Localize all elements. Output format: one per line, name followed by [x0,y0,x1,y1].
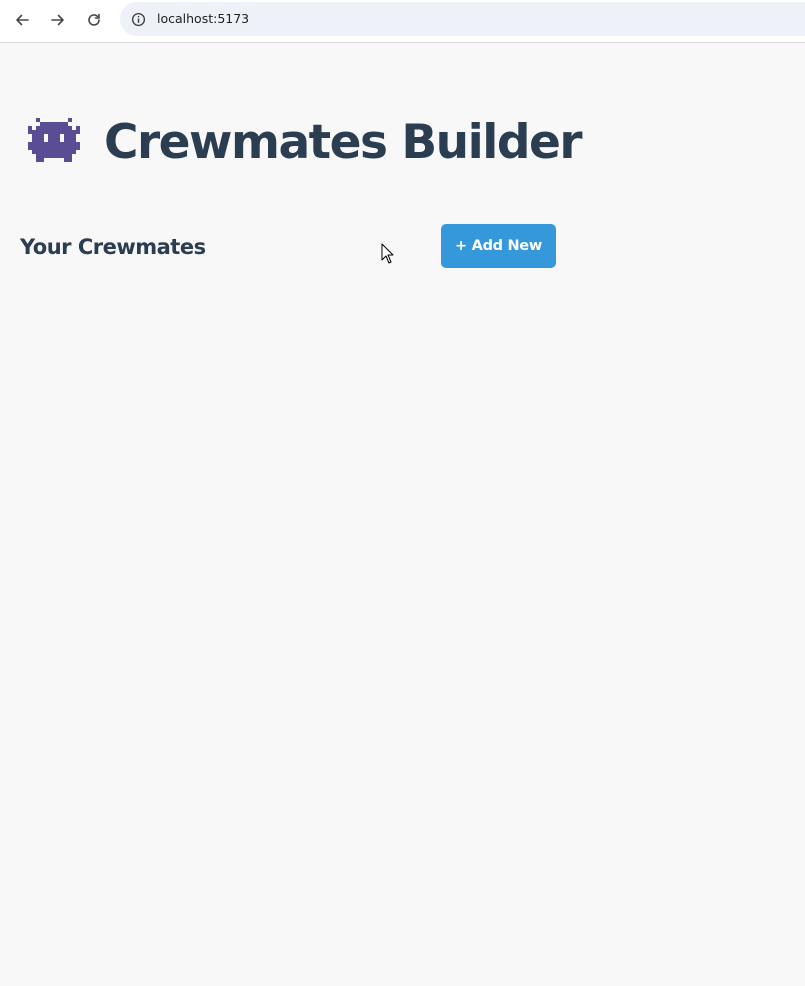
info-icon [131,12,145,26]
arrow-left-icon [16,14,29,26]
page-title: Crewmates Builder [104,114,583,170]
app-header: Crewmates Builder [28,114,583,170]
back-button[interactable] [8,6,36,34]
add-new-button[interactable]: + Add New [441,224,556,268]
section-heading: Your Crewmates [20,235,206,259]
reload-icon [88,13,100,26]
alien-monster-icon [28,118,80,162]
address-bar[interactable]: localhost:5173 [120,2,805,36]
page-content: Crewmates Builder Your Crewmates + Add N… [0,43,805,986]
forward-button[interactable] [44,6,72,34]
site-info-button[interactable] [126,7,150,31]
url-text[interactable]: localhost:5173 [157,11,249,26]
arrow-right-icon [51,14,64,26]
reload-button[interactable] [80,6,108,34]
browser-toolbar: localhost:5173 [0,0,805,43]
